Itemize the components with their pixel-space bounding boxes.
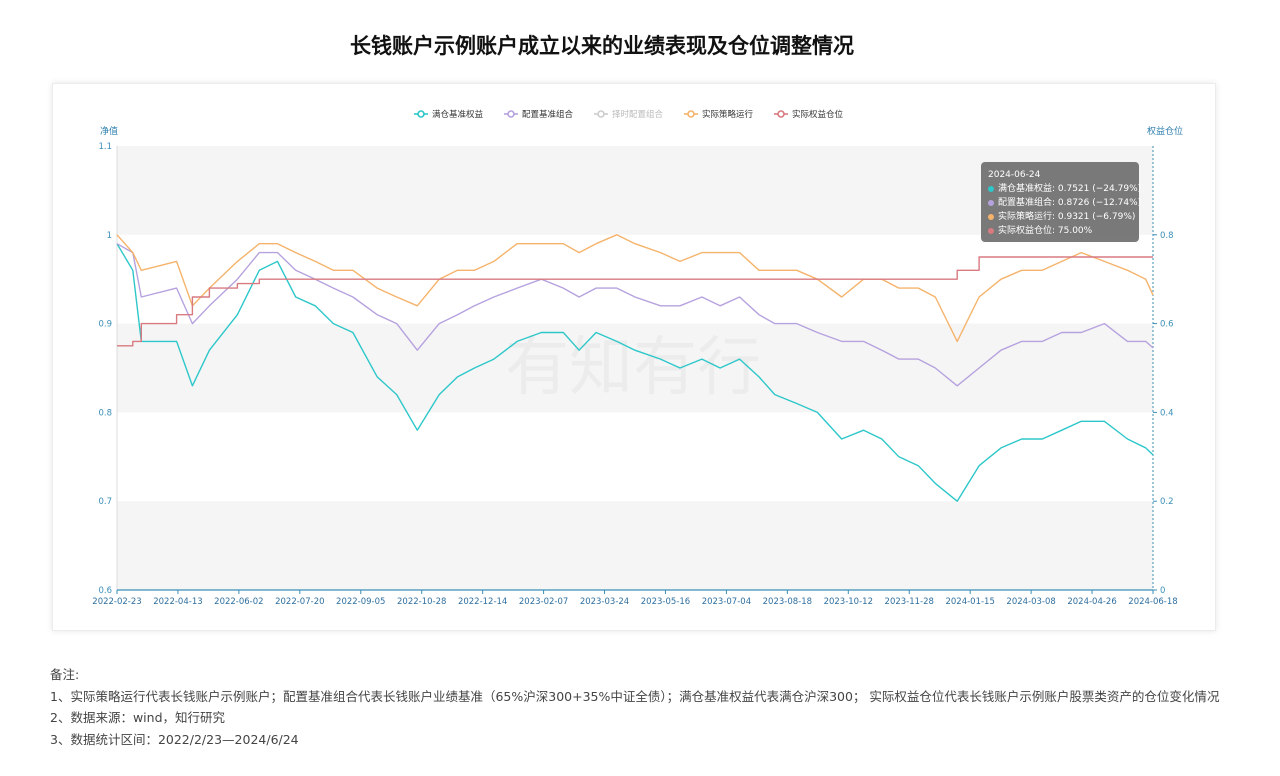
- tooltip-date: 2024-06-24: [988, 170, 1041, 180]
- tooltip-dot: [988, 199, 994, 206]
- x-tick-label: 2023-05-16: [641, 597, 690, 607]
- legend-label: 择时配置组合: [612, 109, 664, 120]
- x-tick-label: 2023-11-28: [885, 597, 934, 607]
- y-axis-right-title: 权益仓位: [1147, 125, 1183, 137]
- notes-heading: 备注:: [50, 667, 80, 682]
- tooltip-row: 满仓基准权益: 0.7521 (−24.79%): [988, 182, 1141, 196]
- legend-item: 择时配置组合: [594, 109, 664, 120]
- x-tick-label: 2023-10-12: [824, 597, 873, 607]
- x-tick-label: 2022-02-23: [92, 597, 141, 607]
- y-axis-left-title: 净值: [100, 125, 118, 137]
- y-left-tick-label: 1.1: [98, 142, 112, 152]
- y-right-tick-label: 0: [1160, 586, 1165, 596]
- legend-label: 配置基准组合: [522, 109, 574, 120]
- legend-item: 满仓基准权益: [414, 109, 484, 120]
- y-left-tick-label: 0.6: [98, 586, 112, 596]
- tooltip-label: 实际权益仓位: 75.00%: [998, 226, 1093, 236]
- y-right-tick-label: 0.4: [1160, 408, 1174, 418]
- legend-item: 配置基准组合: [504, 109, 574, 120]
- x-tick-label: 2022-04-13: [153, 597, 202, 607]
- notes: 备注: 1、实际策略运行代表长钱账户示例账户；配置基准组合代表长钱账户业绩基准（…: [50, 664, 1219, 750]
- tooltip-dot: [988, 213, 994, 220]
- x-tick-label: 2024-01-15: [945, 597, 994, 607]
- y-right-tick-label: 0.8: [1160, 231, 1174, 241]
- x-tick-label: 2024-03-08: [1006, 597, 1055, 607]
- tooltip-label: 实际策略运行: 0.9321 (−6.79%): [998, 212, 1136, 222]
- legend-label: 实际策略运行: [702, 109, 754, 120]
- x-tick-label: 2023-02-07: [519, 597, 568, 607]
- tooltip-label: 配置基准组合: 0.8726 (−12.74%): [998, 198, 1142, 208]
- y-left-tick-label: 0.7: [98, 497, 112, 507]
- notes-line: 1、实际策略运行代表长钱账户示例账户；配置基准组合代表长钱账户业绩基准（65%沪…: [50, 688, 1220, 704]
- legend-label: 满仓基准权益: [432, 109, 484, 120]
- y-left-tick-label: 1: [107, 231, 112, 241]
- x-tick-label: 2022-07-20: [275, 597, 324, 607]
- tooltip-row: 实际权益仓位: 75.00%: [988, 224, 1132, 238]
- tooltip-dot: [988, 227, 994, 234]
- legend-item: 实际策略运行: [684, 109, 754, 120]
- x-tick-label: 2023-07-04: [702, 597, 751, 607]
- legend-item: 实际权益仓位: [774, 109, 844, 120]
- legend-marker: [597, 110, 605, 118]
- x-tick-label: 2022-06-02: [214, 597, 263, 607]
- notes-line: 2、数据来源：wind，知行研究: [50, 710, 226, 725]
- legend-marker: [417, 110, 425, 118]
- tooltip-dot: [988, 185, 994, 192]
- y-right-tick-label: 0.2: [1160, 497, 1174, 507]
- x-tick-label: 2023-08-18: [763, 597, 812, 607]
- legend-marker: [777, 110, 785, 118]
- y-left-tick-label: 0.9: [98, 320, 112, 330]
- legend-label: 实际权益仓位: [792, 109, 844, 120]
- x-tick-label: 2022-10-28: [397, 597, 446, 607]
- y-left-tick-label: 0.8: [98, 408, 112, 418]
- x-tick-label: 2024-06-18: [1128, 597, 1177, 607]
- watermark-text: 有知有行: [505, 331, 761, 405]
- y-right-tick-label: 0.6: [1160, 320, 1174, 330]
- page-title: 长钱账户示例账户成立以来的业绩表现及仓位调整情况: [350, 34, 854, 58]
- tooltip-row: 实际策略运行: 0.9321 (−6.79%): [988, 210, 1136, 224]
- tooltip-label: 满仓基准权益: 0.7521 (−24.79%): [998, 184, 1142, 194]
- tooltip-row: 配置基准组合: 0.8726 (−12.74%): [988, 196, 1141, 210]
- x-tick-label: 2023-03-24: [580, 597, 629, 607]
- legend-marker: [687, 110, 695, 118]
- chart-tooltip: 2024-06-24 满仓基准权益: 0.7521 (−24.79%) 配置基准…: [981, 162, 1141, 242]
- legend-marker: [507, 110, 515, 118]
- x-tick-label: 2024-04-26: [1067, 597, 1116, 607]
- x-tick-label: 2022-12-14: [458, 597, 507, 607]
- notes-line: 3、数据统计区间：2022/2/23—2024/6/24: [50, 731, 299, 747]
- x-tick-label: 2022-09-05: [336, 597, 385, 607]
- grid-band: [117, 501, 1153, 590]
- chart-card: 有知有行 0.6 0.7 0.8 0.9 1 1.1 净值 0 0.2 0.4 0.6 0.8 权益仓位…: [52, 83, 1216, 631]
